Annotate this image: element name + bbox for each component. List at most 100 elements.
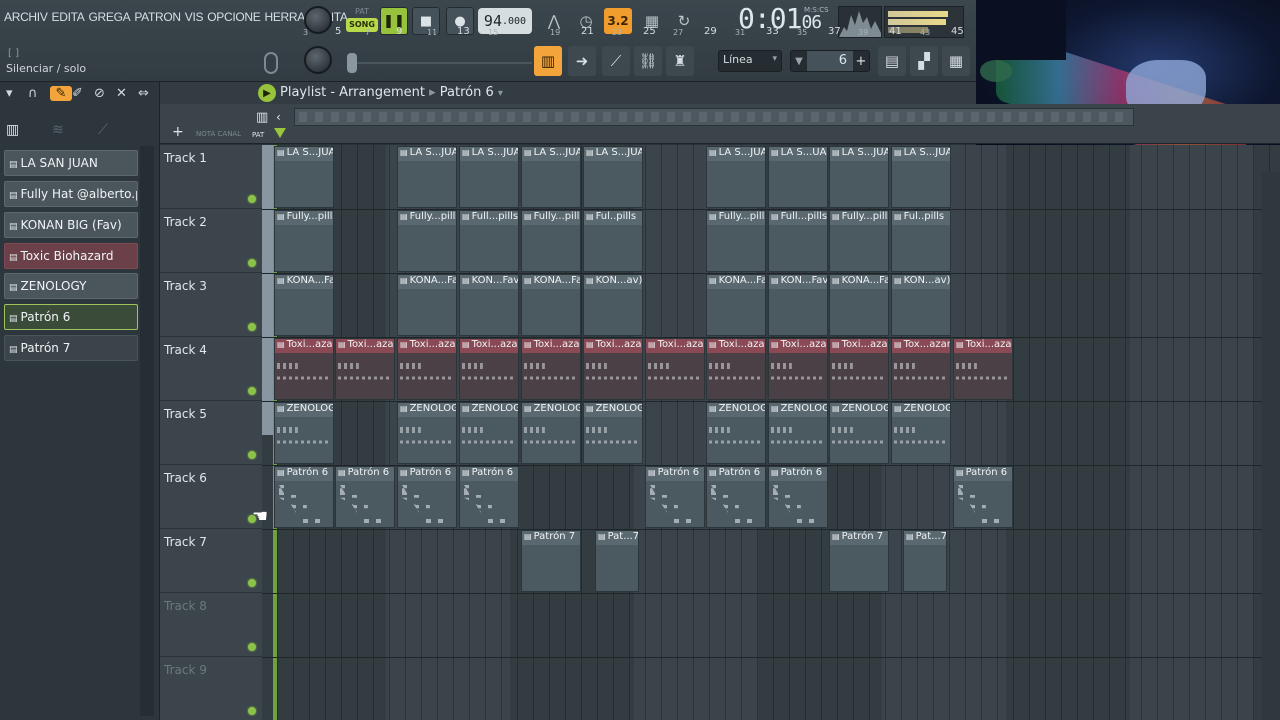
- pattern-clip[interactable]: KONA...Fav): [829, 274, 889, 336]
- track-header[interactable]: Track 2: [160, 209, 262, 273]
- pattern-clip[interactable]: KONA...Fav): [397, 274, 457, 336]
- pattern-clip[interactable]: LA S...JUAN: [521, 146, 581, 208]
- track-header[interactable]: Track 3: [160, 273, 262, 337]
- track-header[interactable]: Track 1: [160, 145, 262, 209]
- track-mute-led[interactable]: [248, 643, 256, 651]
- track-mute-led[interactable]: [248, 387, 256, 395]
- pattern-item[interactable]: Patrón 7: [4, 335, 138, 361]
- playlist-view-icon[interactable]: ▤: [878, 46, 906, 76]
- pattern-clip[interactable]: KON...Fav): [459, 274, 519, 336]
- pattern-clip[interactable]: ZENOLOGY: [521, 402, 581, 464]
- pattern-item[interactable]: Toxic Biohazard: [4, 243, 138, 269]
- stepper-down-icon[interactable]: ▼: [791, 56, 807, 67]
- chevron-down-icon[interactable]: ▾: [498, 88, 503, 99]
- pattern-clip[interactable]: Tox...azard: [891, 338, 951, 400]
- add-track-icon[interactable]: +: [172, 124, 184, 140]
- pattern-clip[interactable]: Patrón 6: [274, 466, 334, 528]
- menu-vista[interactable]: VIS: [185, 10, 204, 24]
- brush-icon[interactable]: ⟋: [602, 46, 630, 76]
- timeline-ruler[interactable]: + NOTA CANAL PAT ▥ ‹: [160, 104, 1280, 144]
- pattern-clip[interactable]: LA S...JUAN: [706, 146, 766, 208]
- pattern-stepper[interactable]: ▼ 6 +: [790, 50, 870, 72]
- pattern-item-selected[interactable]: Patrón 6: [4, 304, 138, 330]
- pattern-clip[interactable]: LA S...JUAN: [891, 146, 951, 208]
- pattern-clip[interactable]: LA S...JUAN: [583, 146, 643, 208]
- pattern-item[interactable]: Fully Hat @alberto.pills: [4, 181, 138, 207]
- track-header[interactable]: Track 6: [160, 465, 262, 529]
- piano-tab-icon[interactable]: ▥: [6, 122, 52, 138]
- overview-scrollbar[interactable]: [294, 108, 1134, 126]
- automation-tab-icon[interactable]: ⟋: [98, 122, 144, 138]
- pattern-clip[interactable]: Toxi...azard: [335, 338, 395, 400]
- pattern-clip[interactable]: Patrón 6: [645, 466, 705, 528]
- track-header[interactable]: Track 8: [160, 593, 262, 657]
- track-mute-led[interactable]: [248, 579, 256, 587]
- play-icon[interactable]: ▶: [258, 84, 276, 102]
- pattern-clip[interactable]: Toxi...azard: [953, 338, 1013, 400]
- track-mute-led[interactable]: [248, 259, 256, 267]
- pattern-clip[interactable]: Patrón 6: [706, 466, 766, 528]
- pattern-item[interactable]: ZENOLOGY: [4, 273, 138, 299]
- pattern-clip[interactable]: KONA...Fav): [274, 274, 334, 336]
- snap-select[interactable]: Línea: [718, 50, 782, 72]
- channel-rack-icon[interactable]: ▞: [910, 46, 938, 76]
- arrow-down-icon[interactable]: ▾: [6, 86, 28, 101]
- pattern-clip[interactable]: Ful..pills: [891, 210, 951, 272]
- pattern-clip[interactable]: LA S...JUAN: [459, 146, 519, 208]
- menu-agregar[interactable]: GREGA: [89, 10, 131, 24]
- track-header[interactable]: Track 4: [160, 337, 262, 401]
- pattern-clip[interactable]: KONA...Fav): [706, 274, 766, 336]
- pattern-clip[interactable]: Fully...pills: [397, 210, 457, 272]
- pattern-clip[interactable]: Fully...pills: [521, 210, 581, 272]
- pattern-clip[interactable]: Toxi...azard: [768, 338, 828, 400]
- pencil-icon[interactable]: ✎: [50, 86, 72, 101]
- pattern-clip[interactable]: Toxi...azard: [645, 338, 705, 400]
- pattern-clip[interactable]: Patrón 6: [768, 466, 828, 528]
- menu-patron[interactable]: PATRON: [134, 10, 181, 24]
- pattern-clip[interactable]: Toxi...azard: [706, 338, 766, 400]
- pattern-clip[interactable]: Toxi...azard: [829, 338, 889, 400]
- pattern-clip[interactable]: Ful..pills: [583, 210, 643, 272]
- pattern-clip[interactable]: Patrón 6: [397, 466, 457, 528]
- mixer-icon[interactable]: ▦: [942, 46, 970, 76]
- pattern-clip[interactable]: ZENOLOGY: [891, 402, 951, 464]
- pattern-clip[interactable]: Patrón 6: [953, 466, 1013, 528]
- pattern-clip[interactable]: ZENOLOGY: [706, 402, 766, 464]
- pattern-clip[interactable]: ZENOLOGY: [459, 402, 519, 464]
- pat-song-toggle[interactable]: PAT SONG: [346, 7, 378, 35]
- stamp-icon[interactable]: ♜: [666, 46, 694, 76]
- track-header[interactable]: Track 5: [160, 401, 262, 465]
- menu-opciones[interactable]: OPCIONE: [207, 10, 261, 24]
- pattern-clip[interactable]: KON...Fav): [768, 274, 828, 336]
- master-slider-handle[interactable]: [347, 53, 357, 73]
- pattern-clip[interactable]: ZENOLOGY: [829, 402, 889, 464]
- pattern-clip[interactable]: Toxi...azard: [583, 338, 643, 400]
- track-mute-led[interactable]: [248, 323, 256, 331]
- mute-icon[interactable]: ✕: [116, 86, 138, 101]
- pattern-clip[interactable]: Toxi...azard: [274, 338, 334, 400]
- pattern-clip[interactable]: Toxi...azard: [397, 338, 457, 400]
- menu-archivo[interactable]: ARCHIV: [4, 10, 48, 24]
- pattern-clip[interactable]: Pat...7: [903, 530, 947, 592]
- pattern-clip[interactable]: KONA...Fav): [521, 274, 581, 336]
- playlist-scrollbar[interactable]: [1262, 172, 1280, 720]
- pattern-clip[interactable]: Pat...7: [595, 530, 639, 592]
- typing-keyboard-icon[interactable]: ▥: [534, 46, 562, 76]
- pattern-clip[interactable]: Patrón 6: [335, 466, 395, 528]
- track-mute-led[interactable]: [248, 451, 256, 459]
- pattern-clip[interactable]: Toxi...azard: [459, 338, 519, 400]
- pattern-clip[interactable]: Fully...pills: [829, 210, 889, 272]
- playhead-marker[interactable]: [274, 128, 286, 138]
- menu-editar[interactable]: EDITA: [52, 10, 85, 24]
- track-mute-led[interactable]: [248, 707, 256, 715]
- pattern-clip[interactable]: KON...av): [583, 274, 643, 336]
- slip-icon[interactable]: ⇔: [138, 86, 160, 101]
- pattern-clip[interactable]: Patrón 7: [521, 530, 581, 592]
- pattern-clip[interactable]: Full...pills: [768, 210, 828, 272]
- pattern-clip[interactable]: Patrón 7: [829, 530, 889, 592]
- pattern-clip[interactable]: Toxi...azard: [521, 338, 581, 400]
- magnet-icon[interactable]: ∩: [28, 86, 50, 101]
- pattern-clip[interactable]: LA S...JUAN: [397, 146, 457, 208]
- track-mute-led[interactable]: [248, 195, 256, 203]
- pattern-clip[interactable]: Fully...pills: [274, 210, 334, 272]
